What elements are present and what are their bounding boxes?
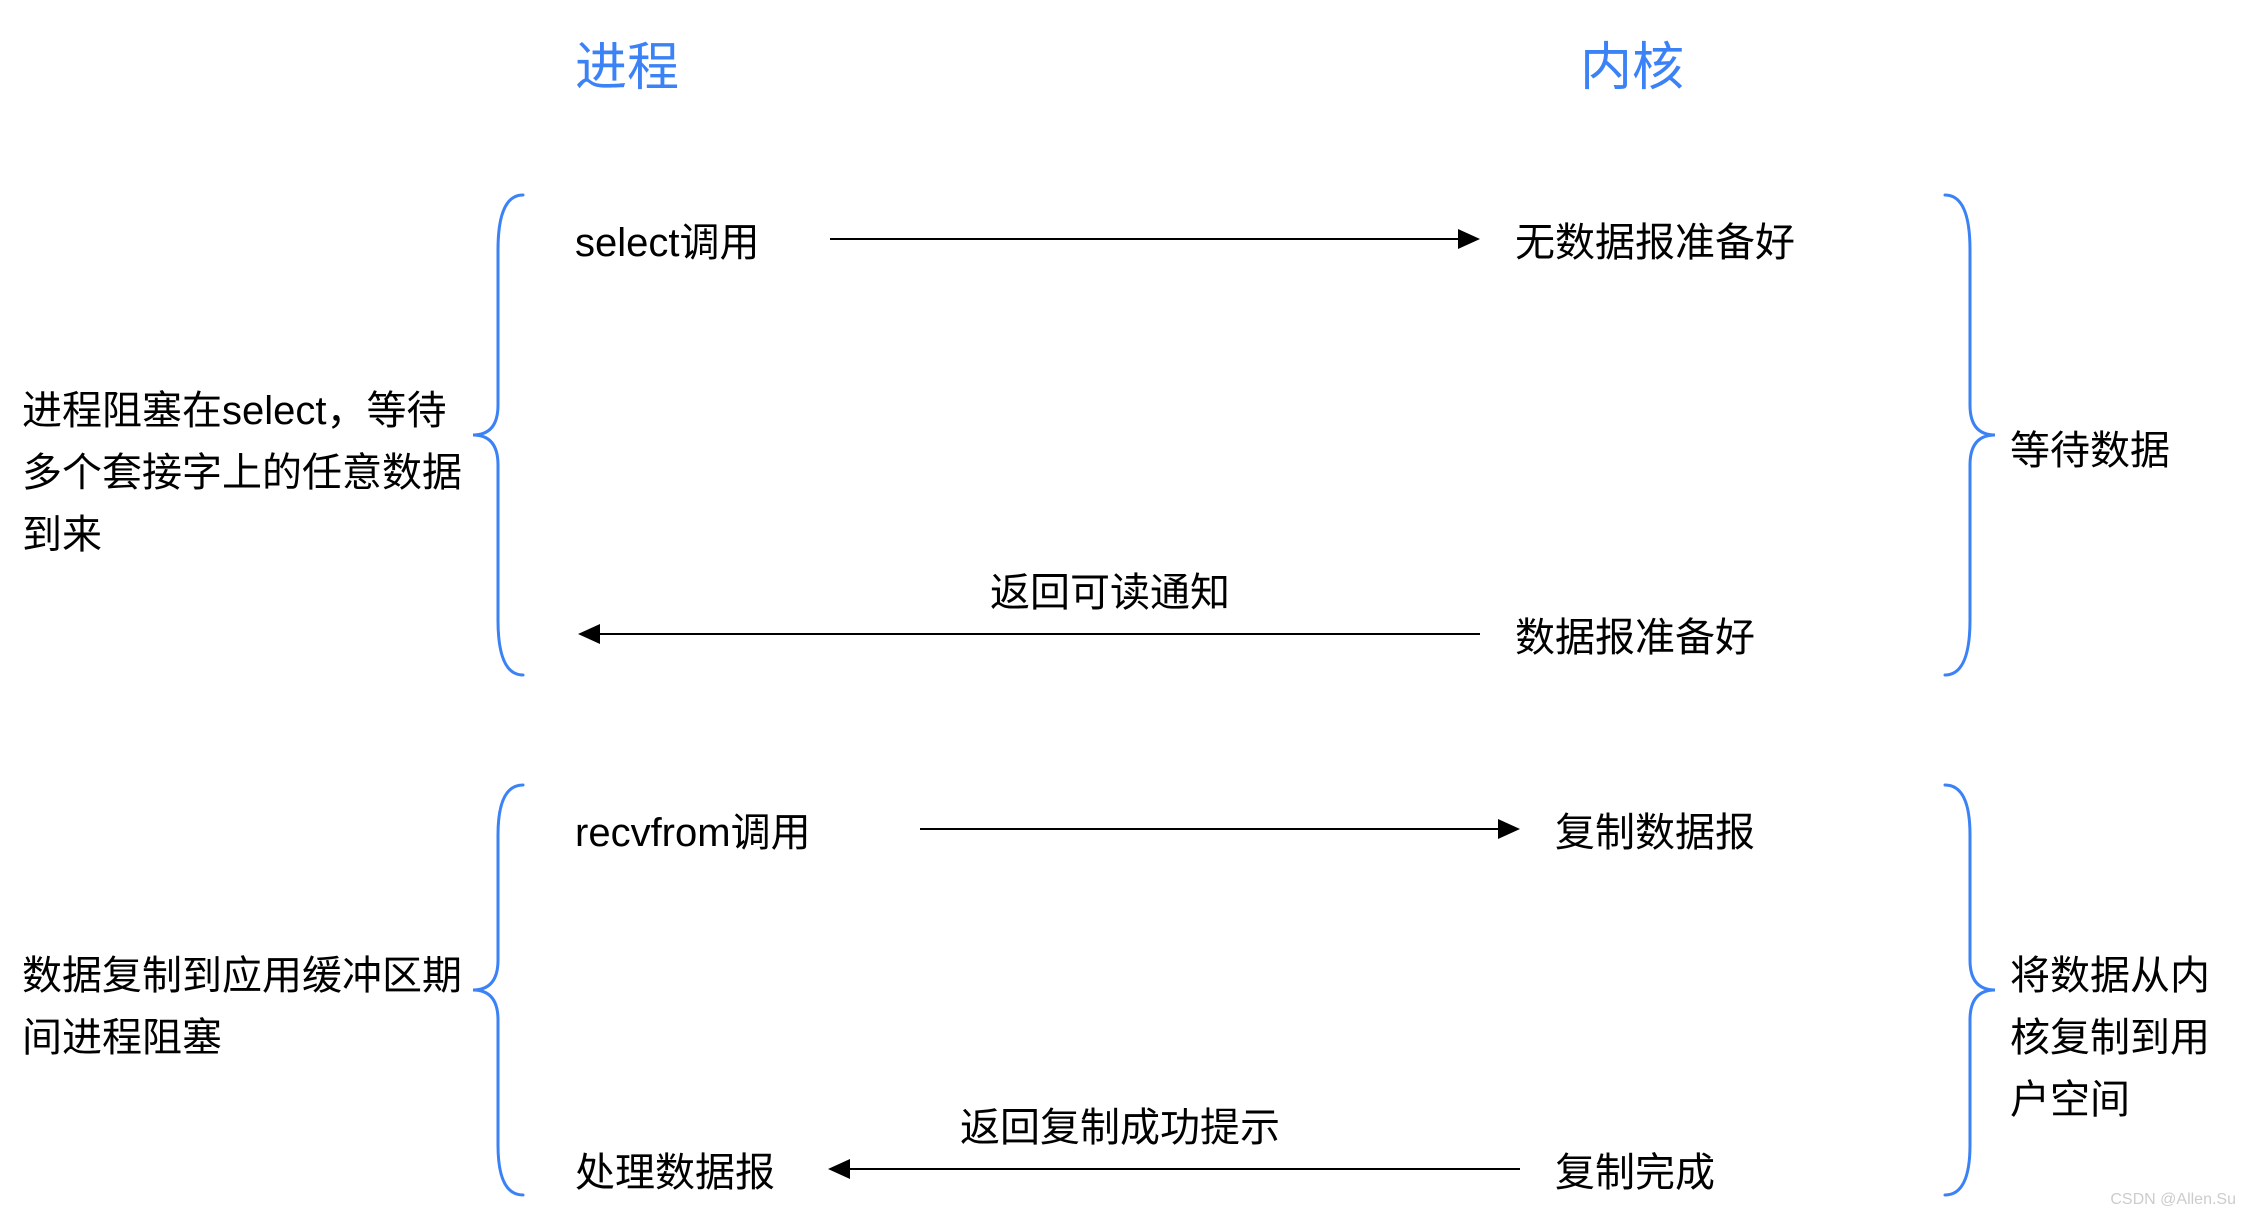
phase1-select-call: select调用: [575, 210, 760, 268]
watermark: CSDN @Allen.Su: [2110, 1191, 2236, 1209]
arrow-head-icon: [1458, 229, 1480, 249]
brace-left-phase2-icon: [468, 780, 528, 1200]
arrow-head-icon: [1498, 819, 1520, 839]
header-process: 进程: [575, 25, 679, 100]
phase2-return-label: 返回复制成功提示: [960, 1095, 1280, 1153]
phase2-process-datagram: 处理数据报: [575, 1140, 775, 1198]
phase2-recvfrom-call: recvfrom调用: [575, 800, 811, 858]
phase1-return-label: 返回可读通知: [990, 560, 1230, 618]
brace-right-phase1-icon: [1940, 190, 2000, 680]
arrow-recvfrom-to-kernel: [920, 828, 1500, 830]
phase1-right-desc: 等待数据: [2010, 420, 2230, 482]
phase2-left-desc: 数据复制到应用缓冲区期间进程阻塞: [22, 945, 472, 1069]
arrow-head-icon: [578, 624, 600, 644]
arrow-select-to-kernel: [830, 238, 1460, 240]
phase1-left-desc: 进程阻塞在select，等待多个套接字上的任意数据到来: [22, 380, 472, 566]
arrow-return-copy-success: [850, 1168, 1520, 1170]
phase2-copy-datagram: 复制数据报: [1555, 800, 1755, 858]
phase2-copy-complete: 复制完成: [1555, 1140, 1715, 1198]
arrow-head-icon: [828, 1159, 850, 1179]
brace-left-phase1-icon: [468, 190, 528, 680]
header-kernel: 内核: [1580, 25, 1684, 100]
phase1-data-ready: 数据报准备好: [1515, 605, 1755, 663]
brace-right-phase2-icon: [1940, 780, 2000, 1200]
arrow-return-readable: [600, 633, 1480, 635]
phase1-no-data-ready: 无数据报准备好: [1515, 210, 1795, 268]
phase2-right-desc: 将数据从内核复制到用户空间: [2010, 945, 2230, 1131]
